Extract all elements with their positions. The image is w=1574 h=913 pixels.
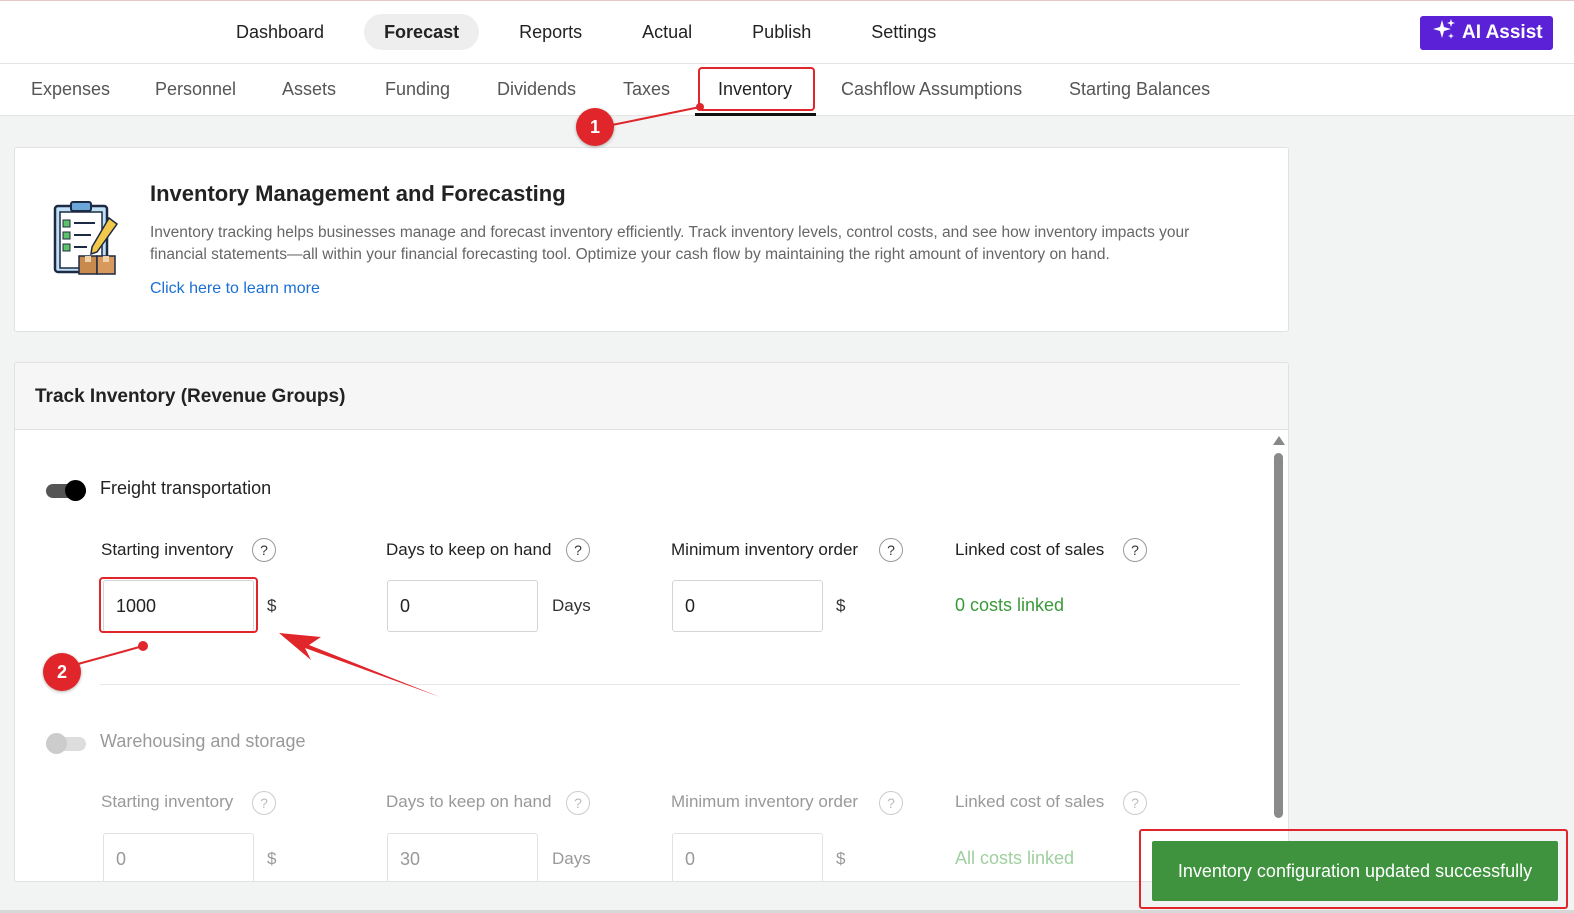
tab-funding[interactable]: Funding: [385, 79, 450, 100]
starting-inventory-highlight: [99, 577, 258, 633]
starting-inventory-input[interactable]: 0: [103, 833, 254, 881]
step-badge-2: 2: [43, 653, 81, 691]
toggle-knob: [46, 733, 67, 754]
help-icon[interactable]: ?: [252, 791, 276, 815]
min-order-label: Minimum inventory order: [671, 540, 859, 559]
days-on-hand-input[interactable]: 0: [387, 580, 538, 632]
ai-assist-label: AI Assist: [1462, 22, 1543, 43]
days-on-hand-label: Days to keep on hand: [386, 540, 552, 559]
help-icon[interactable]: ?: [566, 791, 590, 815]
min-order-input[interactable]: 0: [672, 833, 823, 881]
scrollbar-thumb[interactable]: [1274, 453, 1283, 818]
tab-expenses[interactable]: Expenses: [31, 79, 110, 100]
starting-inventory-label: Starting inventory: [101, 792, 234, 811]
step-badge-1: 1: [576, 108, 614, 146]
learn-more-link[interactable]: Click here to learn more: [150, 280, 320, 298]
group-name-freight: Freight transportation: [100, 478, 272, 498]
freight-toggle[interactable]: [46, 480, 86, 501]
group-name-warehousing: Warehousing and storage: [100, 731, 306, 751]
warehousing-toggle[interactable]: [46, 733, 86, 754]
days-on-hand-input[interactable]: 30: [387, 833, 538, 881]
currency-unit: $: [836, 596, 846, 615]
days-unit: Days: [552, 596, 591, 615]
track-inventory-header: Track Inventory (Revenue Groups): [15, 363, 1288, 430]
help-icon[interactable]: ?: [1123, 791, 1147, 815]
currency-unit: $: [267, 596, 277, 615]
info-title: Inventory Management and Forecasting: [150, 181, 566, 206]
nav-actual[interactable]: Actual: [622, 14, 712, 50]
days-unit: Days: [552, 849, 591, 868]
tab-starting-balances[interactable]: Starting Balances: [1069, 79, 1210, 100]
tab-cashflow-assumptions[interactable]: Cashflow Assumptions: [841, 79, 1022, 100]
clipboard-checklist-icon: [51, 200, 121, 278]
ai-assist-button[interactable]: AI Assist: [1420, 16, 1553, 50]
top-navigation-bar: Dashboard Forecast Reports Actual Publis…: [0, 0, 1574, 64]
help-icon[interactable]: ?: [879, 538, 903, 562]
help-icon[interactable]: ?: [1123, 538, 1147, 562]
help-icon[interactable]: ?: [252, 538, 276, 562]
group-divider: [100, 684, 1240, 685]
nav-forecast[interactable]: Forecast: [364, 14, 480, 50]
days-on-hand-label: Days to keep on hand: [386, 792, 552, 811]
nav-publish[interactable]: Publish: [732, 14, 831, 50]
sparkle-icon: [1432, 18, 1456, 48]
track-inventory-title: Track Inventory (Revenue Groups): [35, 386, 346, 407]
starting-inventory-label: Starting inventory: [101, 540, 234, 559]
currency-unit: $: [267, 849, 277, 868]
nav-reports[interactable]: Reports: [499, 14, 602, 50]
tab-dividends[interactable]: Dividends: [497, 79, 576, 100]
scroll-up-arrow-icon[interactable]: [1273, 436, 1285, 445]
linked-cost-label: Linked cost of sales: [955, 792, 1105, 811]
nav-dashboard[interactable]: Dashboard: [216, 14, 344, 50]
tab-taxes[interactable]: Taxes: [623, 79, 670, 100]
min-order-label: Minimum inventory order: [671, 792, 859, 811]
currency-unit: $: [836, 849, 846, 868]
inventory-info-card: Inventory Management and Forecasting Inv…: [14, 147, 1289, 332]
top-nav: Dashboard Forecast Reports Actual Publis…: [216, 14, 976, 50]
active-tab-indicator: [695, 113, 816, 116]
toggle-knob: [65, 480, 86, 501]
inventory-tab-highlight: [698, 67, 815, 111]
success-toast[interactable]: Inventory configuration updated successf…: [1152, 841, 1558, 901]
info-description: Inventory tracking helps businesses mana…: [150, 224, 1190, 263]
help-icon[interactable]: ?: [566, 538, 590, 562]
help-icon[interactable]: ?: [879, 791, 903, 815]
tab-personnel[interactable]: Personnel: [155, 79, 236, 100]
min-order-input[interactable]: 0: [672, 580, 823, 632]
linked-costs-link[interactable]: 0 costs linked: [955, 595, 1064, 616]
linked-costs-link[interactable]: All costs linked: [955, 848, 1074, 869]
tab-assets[interactable]: Assets: [282, 79, 336, 100]
nav-settings[interactable]: Settings: [851, 14, 956, 50]
linked-cost-label: Linked cost of sales: [955, 540, 1105, 559]
